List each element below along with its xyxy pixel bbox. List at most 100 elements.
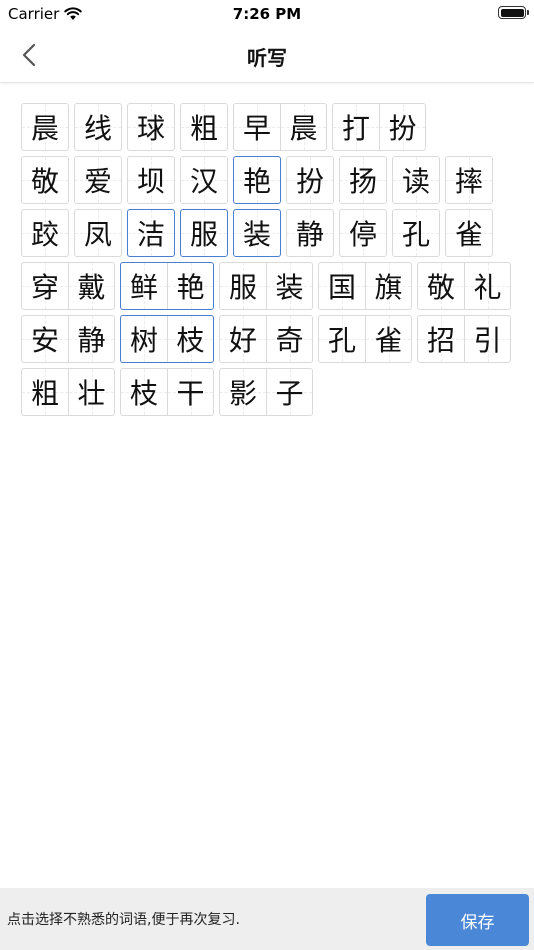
character-cell: 早 xyxy=(234,104,280,150)
character: 壮 xyxy=(77,377,106,410)
character: 晨 xyxy=(30,112,59,145)
character: 跤 xyxy=(30,218,59,251)
character-cell: 引 xyxy=(464,316,510,362)
word-tile[interactable]: 打扮 xyxy=(332,103,426,151)
character-cell: 穿 xyxy=(22,263,68,309)
character-cell: 影 xyxy=(220,369,266,415)
character-cell: 干 xyxy=(167,369,213,415)
word-tile[interactable]: 敬 xyxy=(21,156,69,204)
character: 打 xyxy=(341,112,370,145)
word-tile[interactable]: 招引 xyxy=(417,315,511,363)
character: 服 xyxy=(189,218,218,251)
character: 粗 xyxy=(189,112,218,145)
word-tile[interactable]: 影子 xyxy=(219,368,313,416)
character: 穿 xyxy=(30,271,59,304)
character-cell: 艳 xyxy=(167,263,213,309)
word-tile[interactable]: 安静 xyxy=(21,315,115,363)
word-tile[interactable]: 孔 xyxy=(392,209,440,257)
character: 球 xyxy=(136,112,165,145)
status-bar: Carrier 7:26 PM xyxy=(0,0,534,28)
character: 子 xyxy=(275,377,304,410)
character: 凤 xyxy=(83,218,112,251)
word-tile[interactable]: 停 xyxy=(339,209,387,257)
word-tile[interactable]: 球 xyxy=(127,103,175,151)
character: 装 xyxy=(275,271,304,304)
word-tile[interactable]: 装 xyxy=(233,209,281,257)
word-tile[interactable]: 扬 xyxy=(339,156,387,204)
character-cell: 打 xyxy=(333,104,379,150)
character-cell: 跤 xyxy=(22,210,68,256)
character: 服 xyxy=(228,271,257,304)
word-tile[interactable]: 摔 xyxy=(445,156,493,204)
word-tile[interactable]: 服装 xyxy=(219,262,313,310)
character: 招 xyxy=(426,324,455,357)
word-tile[interactable]: 国旗 xyxy=(318,262,412,310)
word-tile[interactable]: 晨 xyxy=(21,103,69,151)
character: 孔 xyxy=(327,324,356,357)
character-cell: 晨 xyxy=(22,104,68,150)
character-cell: 子 xyxy=(266,369,312,415)
save-button[interactable]: 保存 xyxy=(426,894,529,946)
character-cell: 孔 xyxy=(319,316,365,362)
word-row: 安静树枝好奇孔雀招引 xyxy=(21,315,516,363)
word-row: 晨线球粗早晨打扮 xyxy=(21,103,516,151)
character: 线 xyxy=(83,112,112,145)
character: 粗 xyxy=(30,377,59,410)
word-tile[interactable]: 孔雀 xyxy=(318,315,412,363)
word-tile[interactable]: 敬礼 xyxy=(417,262,511,310)
hint-text: 点击选择不熟悉的词语,便于再次复习. xyxy=(7,912,240,928)
character: 静 xyxy=(77,324,106,357)
word-tile[interactable]: 雀 xyxy=(445,209,493,257)
character: 雀 xyxy=(454,218,483,251)
word-tile[interactable]: 线 xyxy=(74,103,122,151)
character: 静 xyxy=(295,218,324,251)
character: 晨 xyxy=(289,112,318,145)
character-cell: 安 xyxy=(22,316,68,362)
character-cell: 雀 xyxy=(446,210,492,256)
character-cell: 雀 xyxy=(365,316,411,362)
character: 礼 xyxy=(473,271,502,304)
character: 扬 xyxy=(348,165,377,198)
word-tile[interactable]: 穿戴 xyxy=(21,262,115,310)
word-tile[interactable]: 粗 xyxy=(180,103,228,151)
character: 艳 xyxy=(176,271,205,304)
character-cell: 孔 xyxy=(393,210,439,256)
character: 敬 xyxy=(426,271,455,304)
character: 坝 xyxy=(136,165,165,198)
character: 旗 xyxy=(374,271,403,304)
character: 汉 xyxy=(189,165,218,198)
character-cell: 粗 xyxy=(181,104,227,150)
word-tile[interactable]: 服 xyxy=(180,209,228,257)
word-tile[interactable]: 枝干 xyxy=(120,368,214,416)
word-tile[interactable]: 静 xyxy=(286,209,334,257)
navigation-bar: 听写 xyxy=(0,28,534,83)
word-tile[interactable]: 早晨 xyxy=(233,103,327,151)
character-cell: 壮 xyxy=(68,369,114,415)
clock: 7:26 PM xyxy=(232,5,302,23)
word-tile[interactable]: 爱 xyxy=(74,156,122,204)
character-cell: 枝 xyxy=(167,316,213,362)
character-cell: 戴 xyxy=(68,263,114,309)
word-tile[interactable]: 好奇 xyxy=(219,315,313,363)
page-title: 听写 xyxy=(247,46,287,70)
word-tile[interactable]: 凤 xyxy=(74,209,122,257)
character: 扮 xyxy=(295,165,324,198)
character: 早 xyxy=(242,112,271,145)
word-tile[interactable]: 读 xyxy=(392,156,440,204)
word-tile[interactable]: 扮 xyxy=(286,156,334,204)
word-tile[interactable]: 鲜艳 xyxy=(120,262,214,310)
character: 安 xyxy=(30,324,59,357)
word-tile[interactable]: 洁 xyxy=(127,209,175,257)
word-tile[interactable]: 坝 xyxy=(127,156,175,204)
word-tile[interactable]: 跤 xyxy=(21,209,69,257)
word-tile[interactable]: 树枝 xyxy=(120,315,214,363)
word-tile[interactable]: 艳 xyxy=(233,156,281,204)
word-tile[interactable]: 汉 xyxy=(180,156,228,204)
character: 奇 xyxy=(275,324,304,357)
word-row: 粗壮枝干影子 xyxy=(21,368,516,416)
character: 爱 xyxy=(83,165,112,198)
character-cell: 服 xyxy=(220,263,266,309)
character-cell: 装 xyxy=(234,210,280,256)
character: 扮 xyxy=(388,112,417,145)
word-tile[interactable]: 粗壮 xyxy=(21,368,115,416)
